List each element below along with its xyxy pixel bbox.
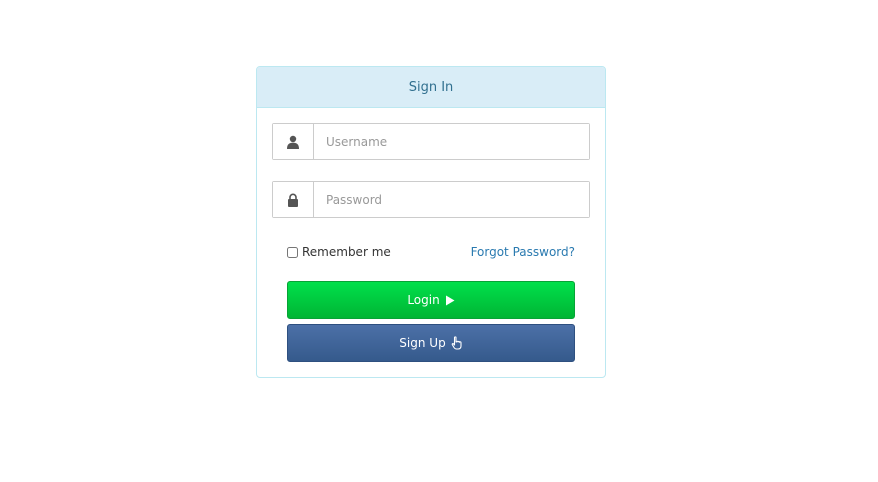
remember-row: Remember me Forgot Password? <box>287 241 575 263</box>
password-input-group <box>272 181 590 218</box>
hand-pointer-icon <box>451 336 463 350</box>
play-icon <box>445 295 455 306</box>
panel-heading: Sign In <box>257 67 605 108</box>
password-input[interactable] <box>314 182 589 217</box>
username-input-group <box>272 123 590 160</box>
user-icon <box>273 124 314 159</box>
panel-title: Sign In <box>408 79 454 95</box>
remember-me-checkbox[interactable] <box>287 246 298 258</box>
sign-up-button[interactable]: Sign Up <box>287 324 575 362</box>
lock-icon <box>273 182 314 217</box>
login-button[interactable]: Login <box>287 281 575 319</box>
forgot-password-link[interactable]: Forgot Password? <box>471 245 575 259</box>
sign-in-panel: Sign In Remember me Forgot Password? Log… <box>256 66 606 378</box>
sign-up-button-label: Sign Up <box>399 336 446 350</box>
username-input[interactable] <box>314 124 589 159</box>
login-button-label: Login <box>407 293 440 307</box>
remember-me-label[interactable]: Remember me <box>287 245 391 259</box>
remember-me-text: Remember me <box>302 245 391 259</box>
